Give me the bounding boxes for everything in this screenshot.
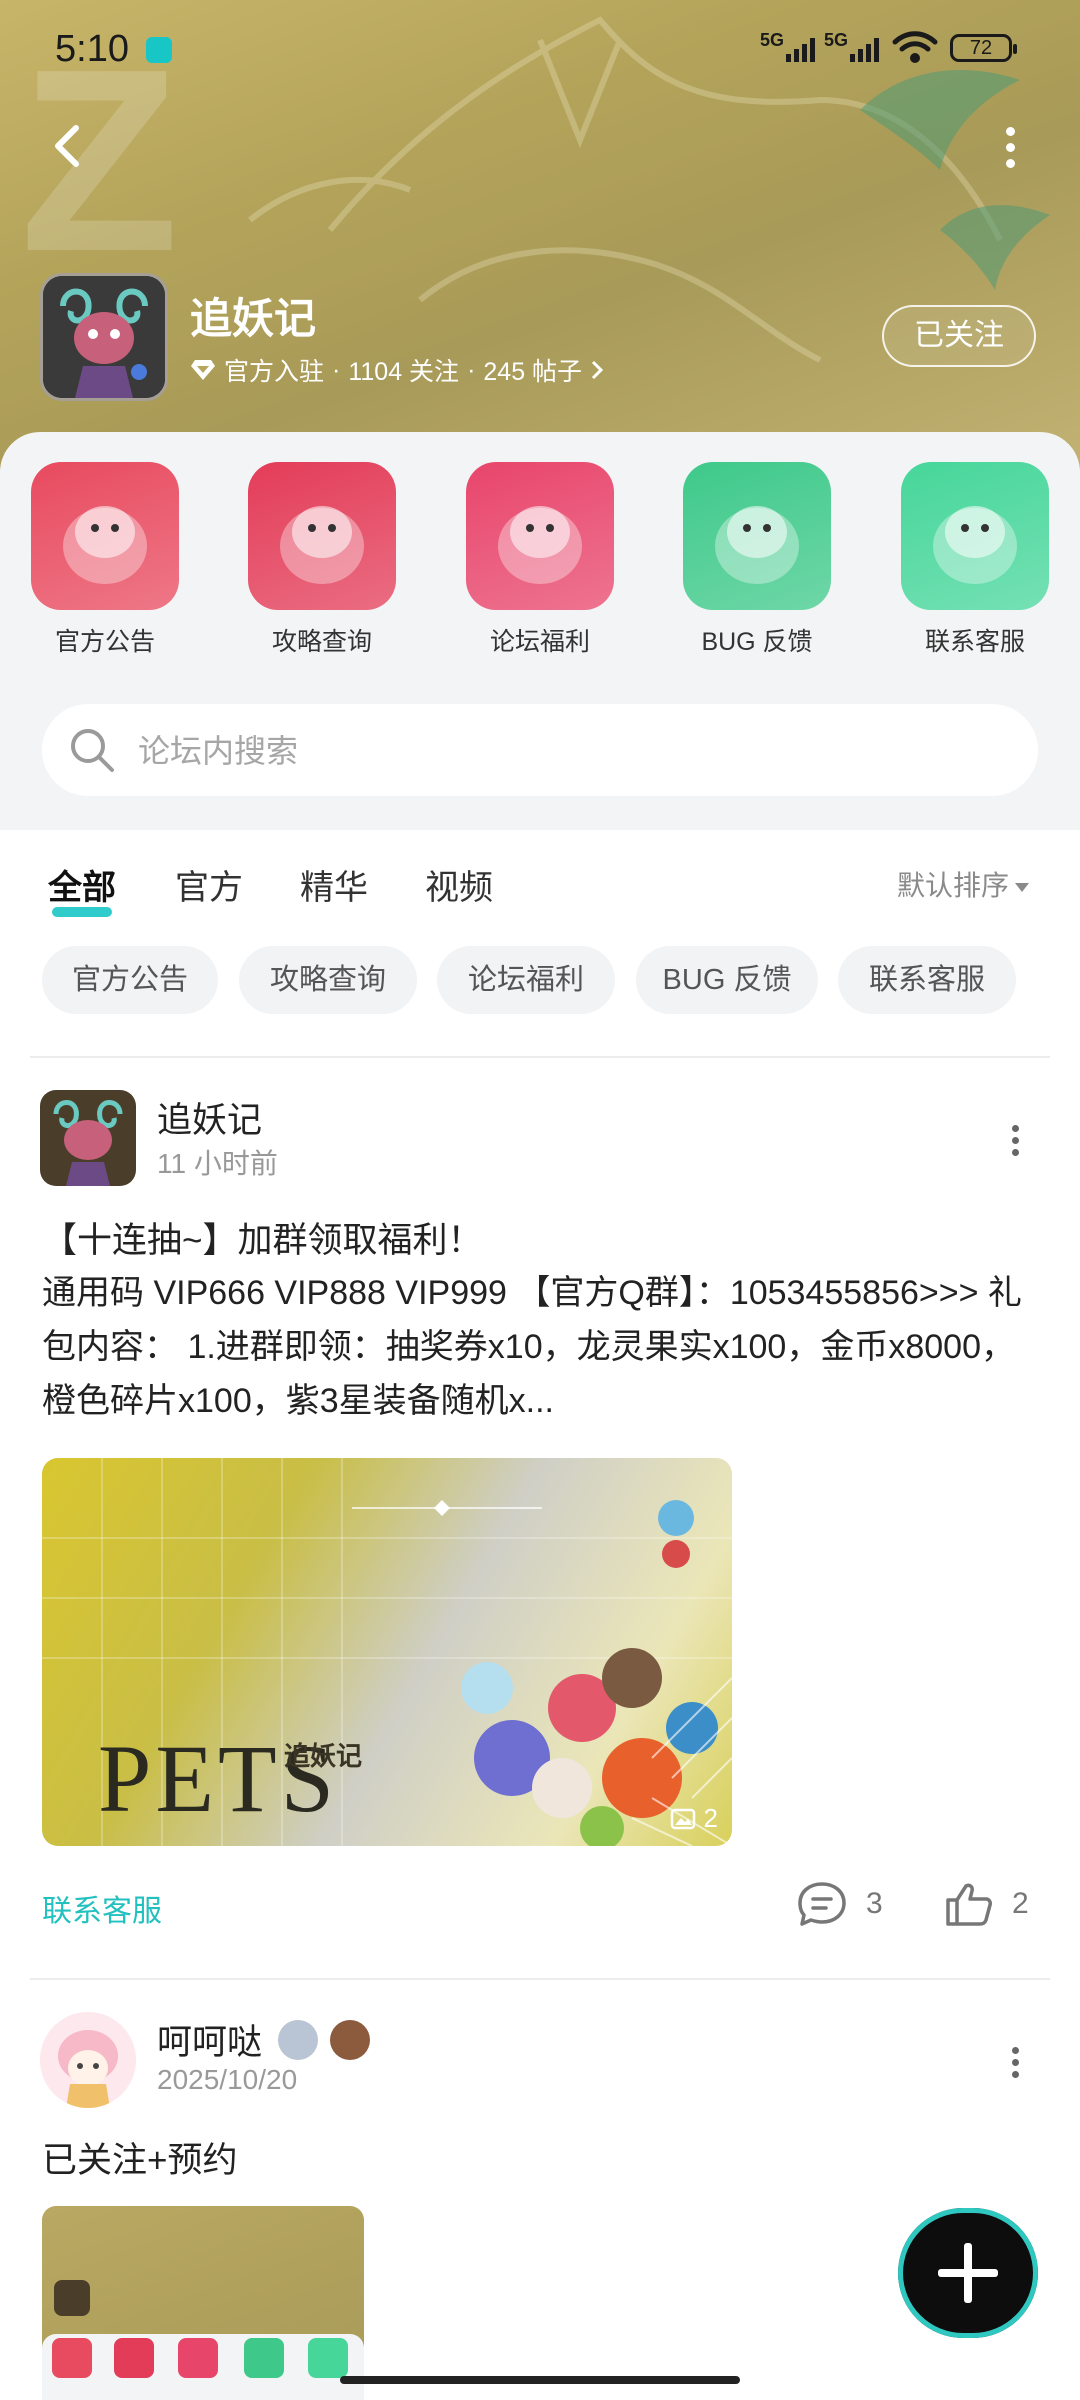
battery-icon: 72 bbox=[950, 34, 1017, 62]
shortcut-label: 攻略查询 bbox=[271, 628, 372, 656]
post-more-icon[interactable] bbox=[1000, 1120, 1030, 1160]
followed-button[interactable]: 已关注 bbox=[882, 305, 1036, 367]
sort-label: 默认排序 bbox=[897, 870, 1010, 901]
image-count: 2 bbox=[703, 1803, 718, 1833]
thumbs-up-icon bbox=[946, 1883, 992, 1926]
home-indicator[interactable] bbox=[340, 2376, 740, 2384]
sort-dropdown[interactable]: 默认排序 bbox=[897, 864, 1030, 904]
chip-welfare[interactable]: 论坛福利 bbox=[437, 946, 615, 1014]
divider bbox=[30, 1978, 1050, 1980]
search-icon bbox=[71, 729, 114, 772]
shortcut-item[interactable]: 攻略查询 bbox=[232, 462, 412, 658]
shortcut-label: 论坛福利 bbox=[489, 628, 590, 656]
forum-meta[interactable]: 官方入驻 · 1104 关注 · 245 帖子 bbox=[190, 352, 604, 388]
avatar-badge-icon bbox=[330, 2020, 370, 2060]
shortcut-item[interactable]: 官方公告 bbox=[15, 462, 195, 658]
post-card[interactable]: 呵呵哒 2025/10/20 已关注+预约 bbox=[0, 2012, 1080, 2400]
shortcut-panel: 官方公告 攻略查询 论坛福利 BUG 反馈 联系客服 bbox=[0, 432, 1080, 830]
level-badge-icon bbox=[278, 2020, 318, 2060]
shortcut-item[interactable]: BUG 反馈 bbox=[667, 462, 847, 658]
author-name[interactable]: 呵呵哒 bbox=[157, 2014, 262, 2065]
shortcut-item[interactable]: 联系客服 bbox=[885, 462, 1065, 658]
author-avatar[interactable] bbox=[40, 2012, 136, 2108]
post-time: 2025/10/20 bbox=[157, 2064, 298, 2095]
divider bbox=[30, 1056, 1050, 1058]
tab-video[interactable]: 视频 bbox=[425, 860, 493, 909]
post-image[interactable] bbox=[42, 2206, 364, 2400]
shortcut-item[interactable]: 论坛福利 bbox=[450, 462, 630, 658]
category-chips: 官方公告 攻略查询 论坛福利 BUG 反馈 联系客服 bbox=[0, 946, 1080, 1014]
network-label-2: 5G bbox=[824, 30, 849, 50]
post-count: 245 帖子 bbox=[483, 358, 583, 386]
signal-icon-2 bbox=[850, 34, 879, 62]
tab-official[interactable]: 官方 bbox=[175, 860, 243, 909]
meta-separator: · bbox=[467, 355, 476, 384]
shortcut-icon bbox=[248, 462, 396, 610]
shortcut-icon bbox=[683, 462, 831, 610]
meta-separator: · bbox=[332, 355, 341, 384]
shortcut-row: 官方公告 攻略查询 论坛福利 BUG 反馈 联系客服 bbox=[0, 462, 1080, 656]
shortcut-label: 联系客服 bbox=[924, 628, 1025, 656]
author-name[interactable]: 追妖记 bbox=[157, 1092, 262, 1143]
feed-tabs: 全部 官方 精华 视频 默认排序 bbox=[0, 830, 1080, 930]
status-bar: 5:10 5G 5G 72 bbox=[0, 0, 1080, 100]
create-post-button[interactable] bbox=[898, 2208, 1038, 2338]
signal-icon-1 bbox=[786, 34, 815, 62]
like-count: 2 bbox=[1012, 1887, 1029, 1920]
shortcut-label: 官方公告 bbox=[54, 628, 155, 656]
network-label-1: 5G bbox=[760, 30, 785, 50]
shortcut-icon bbox=[466, 462, 614, 610]
image-gallery-icon bbox=[670, 1808, 695, 1829]
search-input[interactable] bbox=[136, 704, 1000, 798]
game-logo bbox=[40, 273, 168, 401]
shortcut-icon bbox=[31, 462, 179, 610]
image-game-logo-text: 追妖记 bbox=[284, 1741, 363, 1771]
chip-customer-service[interactable]: 联系客服 bbox=[838, 946, 1016, 1014]
tab-all[interactable]: 全部 bbox=[48, 860, 116, 917]
shortcut-label: BUG 反馈 bbox=[701, 628, 813, 656]
like-count-button[interactable]: 2 bbox=[944, 1880, 1029, 1928]
post-body: 通用码 VIP666 VIP888 VIP999 【官方Q群】：10534558… bbox=[42, 1274, 1022, 1420]
post-time: 11 小时前 bbox=[157, 1148, 278, 1179]
forum-header: Z 5:10 5G 5G 72 追妖记 官方入驻 · 1104 关注 · 245… bbox=[0, 0, 1080, 470]
forum-search-bar[interactable] bbox=[42, 704, 1038, 798]
author-avatar[interactable] bbox=[40, 1090, 136, 1186]
wifi-icon bbox=[892, 31, 938, 63]
official-badge-text: 官方入驻 bbox=[224, 358, 325, 386]
follower-count: 1104 关注 bbox=[348, 358, 460, 386]
image-count-badge: 2 bbox=[670, 1803, 718, 1834]
forum-title: 追妖记 bbox=[190, 295, 317, 342]
tab-featured[interactable]: 精华 bbox=[300, 860, 368, 909]
chip-announcements[interactable]: 官方公告 bbox=[42, 946, 218, 1014]
dropdown-arrow-icon bbox=[1015, 883, 1030, 893]
post-title: 【十连抽~】加群领取福利！ bbox=[42, 1221, 483, 1260]
chevron-right-icon bbox=[592, 360, 604, 380]
back-arrow-icon[interactable] bbox=[40, 118, 96, 174]
post-tag[interactable]: 联系客服 bbox=[42, 1886, 162, 1930]
chip-guides[interactable]: 攻略查询 bbox=[239, 946, 417, 1014]
tap-app-icon bbox=[146, 37, 172, 63]
more-options-icon[interactable] bbox=[990, 120, 1030, 180]
comment-count-button[interactable]: 3 bbox=[796, 1880, 883, 1928]
status-time: 5:10 bbox=[55, 28, 129, 70]
shortcut-icon bbox=[901, 462, 1049, 610]
post-title: 已关注+预约 bbox=[42, 2141, 238, 2180]
post-image[interactable]: PETS 追妖记 2 bbox=[42, 1458, 732, 1846]
post-card[interactable]: 追妖记 11 小时前 【十连抽~】加群领取福利！ 通用码 VIP666 VIP8… bbox=[0, 1090, 1080, 1970]
official-diamond-icon bbox=[191, 360, 215, 380]
post-more-icon[interactable] bbox=[1000, 2042, 1030, 2082]
comment-icon bbox=[798, 1882, 846, 1926]
chip-bug-report[interactable]: BUG 反馈 bbox=[636, 946, 818, 1014]
comment-count: 3 bbox=[866, 1887, 883, 1920]
